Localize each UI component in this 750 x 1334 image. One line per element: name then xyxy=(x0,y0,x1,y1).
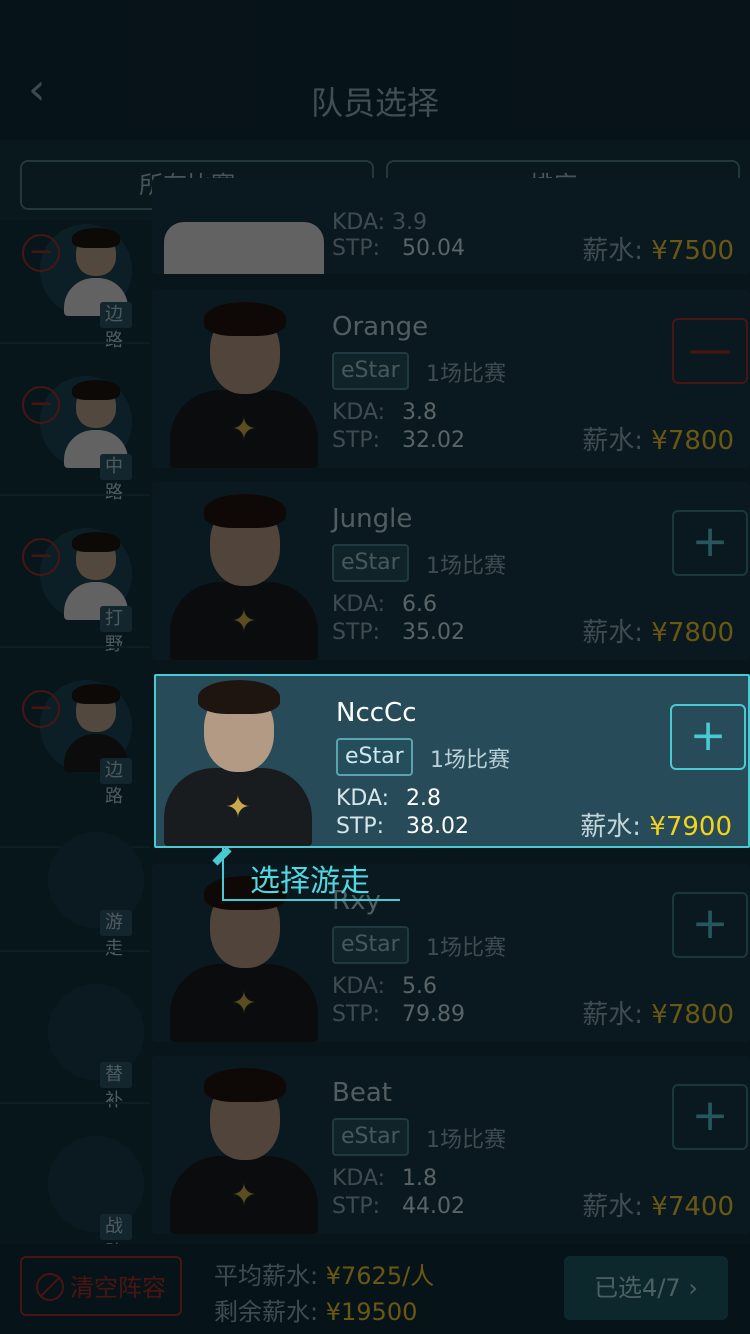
lineup-slot-empty[interactable]: 游走 xyxy=(22,832,144,959)
team-badge: eStar xyxy=(332,1118,409,1156)
stp-label: STP: xyxy=(332,236,381,261)
average-salary: 平均薪水: ¥7625/人 xyxy=(214,1262,435,1290)
player-card[interactable]: ✦ Rxy eStar 1场比赛 KDA: 5.6 STP: 79.89 薪水:… xyxy=(152,864,750,1042)
lineup-slot[interactable]: − 边路 xyxy=(22,224,132,351)
role-label: 游走 xyxy=(100,910,132,959)
salary: 薪水: ¥7900 xyxy=(580,812,732,842)
team-badge: eStar xyxy=(332,544,409,582)
page-title: 队员选择 xyxy=(310,84,439,122)
lineup-slot[interactable]: − 中路 xyxy=(22,376,132,503)
role-label: 边路 xyxy=(100,758,132,807)
kda-label: KDA: xyxy=(332,592,386,617)
salary: 薪水: ¥7800 xyxy=(582,1000,734,1030)
salary: 薪水: ¥7500 xyxy=(582,236,734,266)
player-photo: ✦ xyxy=(164,490,324,660)
role-label: 替补 xyxy=(100,1062,132,1111)
stp-label: STP: xyxy=(332,1002,381,1027)
salary: 薪水: ¥7800 xyxy=(582,426,734,456)
divider xyxy=(0,342,150,344)
stp-value: 32.02 xyxy=(402,428,465,453)
clear-lineup-button[interactable]: 清空阵容 xyxy=(20,1256,182,1316)
player-card[interactable]: ✦ Jungle eStar 1场比赛 KDA: 6.6 STP: 35.02 … xyxy=(152,482,750,660)
stp-value: 35.02 xyxy=(402,620,465,645)
lineup-slot-empty[interactable]: 替补 xyxy=(22,984,144,1111)
team-badge: eStar xyxy=(332,352,409,390)
lineup-slot[interactable]: − 打野 xyxy=(22,528,132,655)
divider xyxy=(0,1102,150,1104)
player-card[interactable]: ✦ Orange eStar 1场比赛 KDA: 3.8 STP: 32.02 … xyxy=(152,290,750,468)
selected-count-label: 已选4/7 xyxy=(594,1274,681,1302)
player-card[interactable]: KDA: 3.9 STP: 50.04 薪水: ¥7500 xyxy=(152,178,750,274)
kda-label: KDA: xyxy=(332,1166,386,1191)
role-label: 打野 xyxy=(100,606,132,655)
clear-lineup-label: 清空阵容 xyxy=(70,1274,166,1302)
footer-bar: 清空阵容 平均薪水: ¥7625/人 剩余薪水: ¥19500 已选4/7 › xyxy=(0,1244,750,1334)
remove-icon[interactable]: − xyxy=(22,690,60,728)
divider xyxy=(0,646,150,648)
remaining-salary: 剩余薪水: ¥19500 xyxy=(214,1298,418,1326)
remove-player-button[interactable]: — xyxy=(672,318,748,384)
guide-tip: 选择游走 xyxy=(250,864,370,899)
kda-label: KDA: xyxy=(336,786,390,811)
screen: ‹ 队员选择 所有比赛▼ 排序▼ − 边路 − 中路 − 打野 xyxy=(0,0,750,1334)
header-bar: ‹ 队员选择 xyxy=(0,0,750,140)
lineup-sidebar: − 边路 − 中路 − 打野 − 边路 游走 替补 战 xyxy=(0,220,150,1263)
games-count: 1场比赛 xyxy=(426,554,506,579)
kda-row: KDA: 3.9 xyxy=(332,210,428,235)
games-count: 1场比赛 xyxy=(430,748,510,773)
add-player-button[interactable]: + xyxy=(672,510,748,576)
stp-label: STP: xyxy=(336,814,385,839)
remove-icon[interactable]: − xyxy=(22,538,60,576)
kda-value: 5.6 xyxy=(402,974,437,999)
divider xyxy=(0,494,150,496)
player-name: Jungle xyxy=(332,504,413,534)
player-card-highlighted[interactable]: ✦ NccCc eStar 1场比赛 KDA: 2.8 STP: 38.02 薪… xyxy=(154,674,750,848)
player-photo xyxy=(164,222,324,274)
kda-label: KDA: xyxy=(332,974,386,999)
games-count: 1场比赛 xyxy=(426,1128,506,1153)
role-label: 战队 xyxy=(100,1214,132,1263)
kda-label: KDA: xyxy=(332,400,386,425)
stp-value: 50.04 xyxy=(402,236,465,261)
games-count: 1场比赛 xyxy=(426,362,506,387)
player-photo: ✦ xyxy=(164,298,324,468)
salary: 薪水: ¥7400 xyxy=(582,1192,734,1222)
player-card[interactable]: ✦ Beat eStar 1场比赛 KDA: 1.8 STP: 44.02 薪水… xyxy=(152,1056,750,1234)
add-player-button[interactable]: + xyxy=(672,1084,748,1150)
salary: 薪水: ¥7800 xyxy=(582,618,734,648)
guide-underline xyxy=(222,899,400,901)
pointer-line xyxy=(222,848,224,900)
games-count: 1场比赛 xyxy=(426,936,506,961)
stp-value: 44.02 xyxy=(402,1194,465,1219)
player-photo: ✦ xyxy=(164,1064,324,1234)
role-label: 中路 xyxy=(100,454,132,503)
role-label: 边路 xyxy=(100,302,132,351)
lineup-slot[interactable]: − 边路 xyxy=(22,680,132,807)
stp-label: STP: xyxy=(332,620,381,645)
ban-icon xyxy=(36,1273,64,1301)
player-name: Beat xyxy=(332,1078,392,1108)
player-name: Orange xyxy=(332,312,429,342)
stp-label: STP: xyxy=(332,1194,381,1219)
stp-value: 79.89 xyxy=(402,1002,465,1027)
stp-value: 38.02 xyxy=(406,814,469,839)
kda-value: 2.8 xyxy=(406,786,441,811)
add-player-button[interactable]: + xyxy=(670,704,746,770)
team-badge: eStar xyxy=(336,738,413,776)
remove-icon[interactable]: − xyxy=(22,234,60,272)
kda-value: 3.8 xyxy=(402,400,437,425)
stp-label: STP: xyxy=(332,428,381,453)
chevron-right-icon: › xyxy=(688,1274,698,1302)
lineup-slot-empty[interactable]: 战队 xyxy=(22,1136,144,1263)
selected-count-button[interactable]: 已选4/7 › xyxy=(564,1256,728,1320)
add-player-button[interactable]: + xyxy=(672,892,748,958)
player-photo: ✦ xyxy=(158,676,318,846)
remove-icon[interactable]: − xyxy=(22,386,60,424)
team-badge: eStar xyxy=(332,926,409,964)
kda-value: 6.6 xyxy=(402,592,437,617)
player-name: NccCc xyxy=(336,698,417,728)
kda-value: 1.8 xyxy=(402,1166,437,1191)
divider xyxy=(0,950,150,952)
